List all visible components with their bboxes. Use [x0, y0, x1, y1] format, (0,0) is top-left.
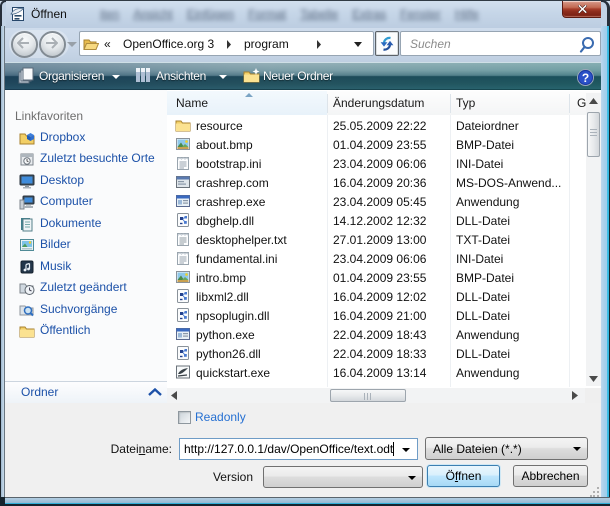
svg-text:?: ?	[582, 71, 589, 85]
